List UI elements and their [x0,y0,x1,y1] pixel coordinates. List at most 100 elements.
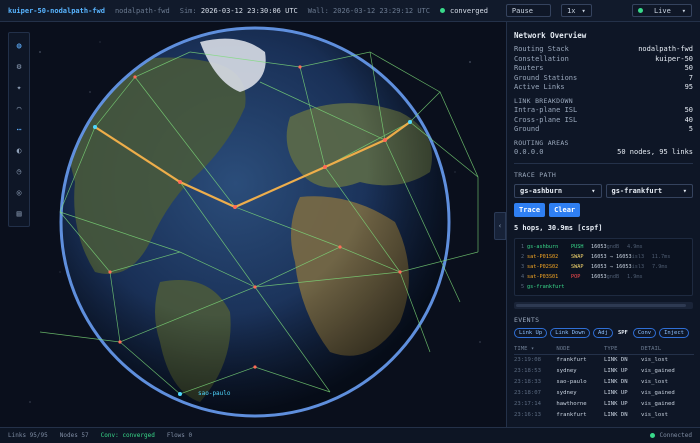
event-type: LINK UP [603,367,628,374]
overview-row: Active Links 95 [514,83,693,93]
trace-destination-value: gs-frankfurt [611,187,663,196]
column-header: NODE [556,344,604,355]
filter-chip-link-up[interactable]: Link Up [514,328,548,339]
link-breakdown-row: Ground 5 [514,125,693,135]
hop-label: 16053 [591,244,607,251]
hop-label: 16053 [591,274,607,281]
panel-collapse-button[interactable]: ‹ [494,212,506,240]
hop-action: SWAP [571,264,584,271]
overview-value: nodalpath-fwd [638,45,693,53]
area-id: 0.0.0.0 [514,147,544,156]
hop-node: sat-P03S01 [527,274,559,281]
event-filters: Link Up Link Down Adj SPF Conv Inject [514,328,693,339]
clock-icon[interactable]: ◷ [12,164,26,178]
hop-interface: gndB [606,244,620,251]
event-node: sao-paulo [556,378,587,385]
wall-time: Wall: 2026-03-12 23:29:12 UTC [308,7,430,15]
pause-label: Pause [511,6,533,15]
filter-chip-conv[interactable]: Conv [632,328,657,339]
globe-icon[interactable]: ◍ [12,38,26,52]
speed-select[interactable]: 1x ▾ [561,4,592,17]
events-label: EVENTS [514,316,540,325]
wall-label: Wall: [307,6,329,15]
divider [514,163,693,165]
trace-hop-row: 4 sat-P03S01 POP 16053 gndB 1.9ms [521,272,686,282]
event-detail: vis_gained [641,367,675,374]
overview-rows: Routing Stack nodalpath-fwd Constellation k… [514,45,693,93]
trace-source-select[interactable]: gs-ashburn ▾ [514,184,602,199]
trace-hop-row: 5 gs-frankfurt [521,282,686,292]
overview-key: Constellation [514,54,569,63]
status-text: converged [449,6,488,15]
column-header[interactable]: TIME ▾ [514,344,557,355]
event-time: 23:16:13 [514,411,541,418]
overview-row: Ground Stations 7 [514,74,693,84]
nodes-count: Nodes 57 [59,432,89,439]
event-row[interactable]: 23:18:33 sao-paulo LINK DN vis_lost [514,376,694,387]
overview-title: Network Overview [514,31,587,40]
conv-status: Conv: converged [100,432,155,439]
routing-area-row: 0.0.0.0 50 nodes, 95 links [514,148,693,158]
globe-canvas[interactable] [0,22,506,427]
filter-chip-spf[interactable]: SPF [616,330,630,336]
live-select[interactable]: Live ▾ [632,4,692,17]
filter-chip-adj[interactable]: Adj [593,328,613,339]
hop-interface [591,282,611,292]
trace-hops: 1 gs-ashburn PUSH 16053 gndB 4.9ms 2 sat-P01S02… [514,238,693,297]
color-icon[interactable]: ◐ [12,143,26,157]
hop-label: 16053 → 16053 [591,264,632,271]
link-breakdown-value: 40 [684,115,693,124]
filter-chip-inject[interactable]: Inject [659,328,689,339]
event-node: frankfurt [556,411,587,418]
trace-destination-select[interactable]: gs-frankfurt ▾ [605,184,693,199]
event-row[interactable]: 23:19:08 frankfurt LINK DN vis_lost [514,354,694,365]
routing-areas-label: ROUTING AREAS [514,138,569,147]
hop-latency [611,282,627,292]
scrollbar-thumb[interactable] [516,304,686,308]
column-header: DETAIL [641,344,694,355]
event-row[interactable]: 23:16:13 frankfurt LINK DN vis_lost [514,409,694,420]
trace-path-label: TRACE PATH [514,171,557,180]
event-node: frankfurt [556,357,587,364]
globe-viewport[interactable]: sao-paulo [0,22,506,427]
overview-row: Routers 50 [514,64,693,74]
pause-select[interactable]: Pause [505,4,551,17]
ground-station-icon[interactable]: ⌒ [12,101,26,115]
layers-icon[interactable]: ▤ [12,206,26,220]
terminator-shade [62,29,448,415]
trace-hop-row: 2 sat-P01S02 SWAP 16053 → 16053 isl3 11.7ms [521,252,686,262]
connected-text: Connected [659,432,692,439]
hops-scrollbar[interactable] [514,302,693,310]
links-count: Links 95/95 [8,432,48,439]
links-icon[interactable]: ⋯ [12,122,26,136]
hop-node: gs-frankfurt [527,284,565,291]
column-header: TYPE [603,344,642,355]
hop-latency: 7.9ms [651,264,668,271]
hop-interface: isl3 [631,264,645,271]
hop-action: PUSH [571,244,584,251]
trace-hop-row: 1 gs-ashburn PUSH 16053 gndB 4.9ms [521,242,686,252]
events-body: 23:19:08 frankfurt LINK DN vis_lost 23:18:53… [514,354,694,420]
filter-chip-link-down[interactable]: Link Down [550,328,590,339]
event-node: sydney [556,389,577,396]
hop-action: POP [571,274,581,281]
event-row[interactable]: 23:17:14 hawthorne LINK UP vis_gained [514,398,694,409]
event-row[interactable]: 23:18:53 sydney LINK UP vis_gained [514,365,694,376]
event-time: 23:18:07 [514,389,541,396]
hop-latency: 11.7ms [651,254,671,261]
clear-button[interactable]: Clear [549,203,581,218]
trace-button[interactable]: Trace [514,203,546,218]
hop-node: sat-P02S02 [527,264,559,271]
hop-node: sat-P01S02 [527,254,559,261]
event-row[interactable]: 23:18:07 sydney LINK UP vis_gained [514,387,694,398]
chevron-down-icon: ▾ [682,187,687,196]
chevron-down-icon: ▾ [591,187,596,196]
hop-interface: isl3 [631,254,645,261]
sim-label: Sim: [179,6,197,15]
satellite-icon[interactable]: ✦ [12,80,26,94]
settings-icon[interactable]: ⚙ [12,59,26,73]
app-title: kuiper-50-nodalpath-fwd [8,6,105,15]
target-icon[interactable]: ◎ [12,185,26,199]
overview-key: Active Links [514,83,565,92]
convergence-status: converged [439,6,488,15]
